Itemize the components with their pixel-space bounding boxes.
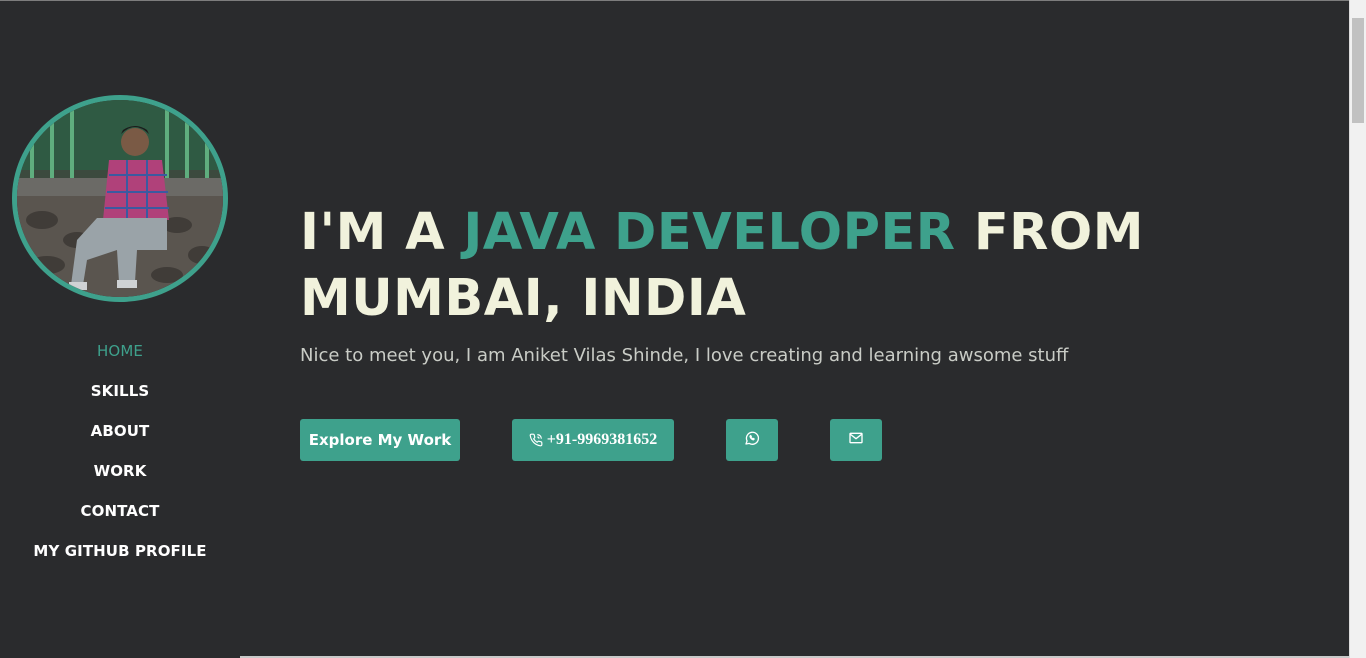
whatsapp-button[interactable] bbox=[726, 419, 778, 461]
phone-button[interactable]: +91-9969381652 bbox=[512, 419, 674, 461]
nav-github-profile[interactable]: MY GITHUB PROFILE bbox=[0, 538, 240, 578]
phone-number: +91-9969381652 bbox=[546, 431, 658, 448]
mail-icon bbox=[848, 430, 864, 450]
hero-headline: I'M A JAVA DEVELOPER FROM MUMBAI, INDIA bbox=[300, 200, 1280, 332]
nav-about[interactable]: ABOUT bbox=[0, 418, 240, 458]
sidebar: HOME SKILLS ABOUT WORK CONTACT MY GITHUB… bbox=[0, 0, 240, 658]
scrollbar-thumb[interactable] bbox=[1352, 18, 1364, 123]
email-button[interactable] bbox=[830, 419, 882, 461]
vertical-scrollbar[interactable] bbox=[1349, 0, 1366, 658]
nav-skills[interactable]: SKILLS bbox=[0, 378, 240, 418]
headline-accent: JAVA DEVELOPER bbox=[463, 203, 956, 262]
profile-photo bbox=[17, 100, 223, 297]
hero-intro: Nice to meet you, I am Aniket Vilas Shin… bbox=[300, 345, 1069, 366]
explore-work-button[interactable]: Explore My Work bbox=[300, 419, 460, 461]
phone-icon bbox=[529, 433, 543, 447]
main-nav: HOME SKILLS ABOUT WORK CONTACT MY GITHUB… bbox=[0, 338, 240, 578]
profile-avatar bbox=[12, 95, 228, 302]
nav-home[interactable]: HOME bbox=[0, 338, 240, 378]
nav-work[interactable]: WORK bbox=[0, 458, 240, 498]
whatsapp-icon bbox=[744, 430, 760, 450]
nav-contact[interactable]: CONTACT bbox=[0, 498, 240, 538]
headline-prefix: I'M A bbox=[300, 203, 464, 262]
